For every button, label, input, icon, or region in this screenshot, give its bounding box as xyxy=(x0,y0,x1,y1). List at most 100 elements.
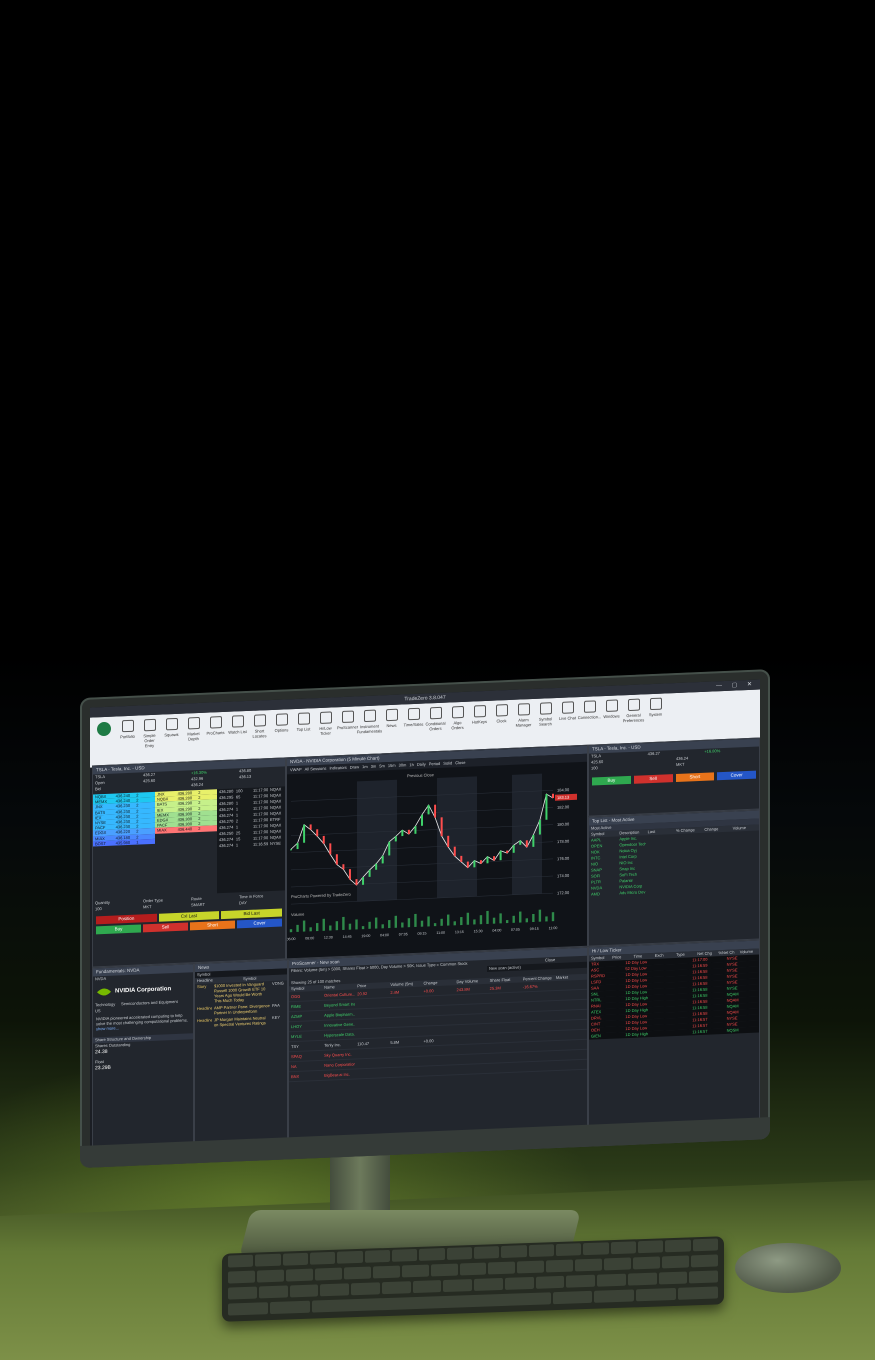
cxl-last-button[interactable]: Cxl Last xyxy=(158,911,220,922)
window-controls[interactable]: — ▢ ✕ xyxy=(716,680,756,692)
ribbon-button-4[interactable]: ProCharts xyxy=(206,714,225,736)
price-candle xyxy=(460,855,463,862)
scanner-sym: RIME xyxy=(291,1003,301,1010)
quantity-input[interactable]: 100 xyxy=(93,904,141,912)
ribbon-button-6[interactable]: Short Locates xyxy=(250,712,269,739)
ribbon-button-21[interactable]: Connection... xyxy=(578,698,601,720)
print-sz: 1 xyxy=(235,842,239,848)
short-button[interactable]: Short xyxy=(190,920,235,931)
ribbon-button-19[interactable]: Symbol Search xyxy=(536,700,555,727)
scanner-market xyxy=(554,1050,587,1060)
cover-button[interactable]: Cover xyxy=(237,918,282,929)
app-screen: TradeZero 3.8.047 — ▢ ✕ Portfolio Simple … xyxy=(90,679,760,1148)
previous-close-label: Previous Close xyxy=(407,772,435,778)
ribbon-button-23[interactable]: General Preferences xyxy=(623,696,644,723)
ribbon-button-5[interactable]: Watch List xyxy=(228,713,247,735)
level2-montage-pane: TSLA - Tesla, Inc. - USD TSLA 436.27 +16… xyxy=(92,757,286,968)
volume-bar xyxy=(322,918,325,931)
volume-bar xyxy=(374,917,378,929)
volume-bar xyxy=(499,913,502,924)
chart-icon xyxy=(209,716,222,729)
scanner-chg xyxy=(421,1015,454,1025)
fund-show-more-link[interactable]: show more... xyxy=(96,1025,119,1031)
ribbon-button-20[interactable]: Live Chat xyxy=(558,699,577,721)
ribbon-button-8[interactable]: Top List xyxy=(294,710,313,732)
ribbon-button-1[interactable]: Simple Order Entry xyxy=(140,717,159,749)
bid-last-button[interactable]: Bid Last xyxy=(221,908,283,920)
price-candle xyxy=(545,793,548,820)
chart-toolbar-item[interactable]: 1h xyxy=(409,761,413,769)
ribbon-label: Symbol Search xyxy=(538,716,553,727)
fund-blurb-text: NVIDIA pioneered accelerated computing t… xyxy=(96,1012,188,1027)
list-item[interactable]: Headline JP Morgan Maintains Neutral on S… xyxy=(195,1014,287,1028)
ribbon-button-12[interactable]: News xyxy=(382,707,401,729)
price-candle xyxy=(414,826,417,834)
price-candle xyxy=(473,860,476,868)
scanner-px xyxy=(355,1058,388,1068)
ribbon-button-10[interactable]: ProScanner xyxy=(337,708,358,730)
bid-levels: NQBX 436.240 2 MEMX 436.240 2 JNX 436.230 2 BATS 4… xyxy=(93,791,155,899)
montage2-buy-button[interactable]: Buy xyxy=(592,775,631,786)
price-tick-label: 178.00 xyxy=(557,839,570,845)
ribbon-button-13[interactable]: Time/Sales xyxy=(404,706,423,727)
ribbon-button-3[interactable]: Market Depth xyxy=(184,715,203,742)
star-icon xyxy=(231,715,244,728)
bid-mm: BOST xyxy=(95,840,106,847)
price-tick-label: 184.00 xyxy=(557,787,570,793)
scanner-chg: +0.00 xyxy=(423,988,434,994)
options-icon xyxy=(275,713,288,726)
scanner-pc xyxy=(521,1061,554,1071)
montage2-short-button[interactable]: Short xyxy=(675,772,715,783)
order-type-select[interactable]: MKT xyxy=(141,902,189,910)
scanner-pc xyxy=(521,1051,554,1061)
volume-bar xyxy=(453,921,456,926)
volume-bar xyxy=(342,916,345,931)
hilow-symbol: GIEN xyxy=(591,1033,601,1039)
ribbon-button-2[interactable]: Squawk xyxy=(162,716,181,738)
depth-icon xyxy=(187,716,200,730)
volume-bar xyxy=(505,920,509,924)
montage2-sell-button[interactable]: Sell xyxy=(633,774,673,784)
tif-select[interactable]: DAY xyxy=(237,898,285,906)
ribbon-button-24[interactable]: System xyxy=(646,695,665,717)
scanner-dv xyxy=(455,1064,488,1074)
montage2-cover-button[interactable]: Cover xyxy=(717,770,756,781)
route-select[interactable]: SMART xyxy=(189,900,237,908)
scanner-dv xyxy=(455,1044,488,1054)
ribbon-button-22[interactable]: Windows xyxy=(602,697,621,719)
nvidia-logo-icon xyxy=(97,988,111,996)
ribbon-button-15[interactable]: Algo Orders xyxy=(448,704,467,731)
price-candle xyxy=(368,869,371,877)
scanner-sf xyxy=(488,1063,521,1073)
ribbon-button-18[interactable]: Alarm Manager xyxy=(514,701,533,728)
ribbon-label: Simple Order Entry xyxy=(143,732,156,749)
price-candle xyxy=(348,869,351,880)
ribbon-button-17[interactable]: Clock xyxy=(492,702,511,724)
scanner-v5 xyxy=(388,1047,421,1057)
price-candle xyxy=(519,840,522,845)
ribbon-button-7[interactable]: Options xyxy=(272,711,291,733)
list-item[interactable]: Story $1000 Invested In Vanguard Russell … xyxy=(195,980,287,1004)
price-candle xyxy=(303,824,306,843)
ribbon-button-0[interactable]: Portfolio xyxy=(118,718,137,740)
news-type: Headline xyxy=(197,1017,212,1024)
volume-bar xyxy=(427,916,430,927)
volume-bar xyxy=(440,918,443,926)
depth-book: NQBX 436.240 2 MEMX 436.240 2 JNX 436.230 2 BATS 4… xyxy=(93,786,285,898)
price-chart[interactable]: ProCharts Powered by TradeZero Volume Pr… xyxy=(287,762,587,951)
volume-bar xyxy=(361,926,365,930)
price-candle xyxy=(296,842,299,850)
price-candle xyxy=(381,855,384,864)
price-candle xyxy=(316,829,319,837)
ribbon-button-11[interactable]: Instrument Fundamentals xyxy=(357,707,382,734)
sell-button[interactable]: Sell xyxy=(143,922,188,933)
volume-bar xyxy=(420,920,424,927)
chart-pane: NVDA - NVIDIA Corporation (5 Minute Char… xyxy=(286,744,588,960)
ribbon-button-9[interactable]: Hi/Low Ticker xyxy=(316,709,335,736)
volume-bar xyxy=(388,919,391,929)
buy-button[interactable]: Buy xyxy=(96,924,141,935)
ribbon-button-14[interactable]: Conditional Orders xyxy=(426,705,446,732)
position-button[interactable]: Position xyxy=(96,913,157,925)
ribbon-button-16[interactable]: HotKeys xyxy=(470,703,489,725)
volume-bar xyxy=(447,914,450,926)
